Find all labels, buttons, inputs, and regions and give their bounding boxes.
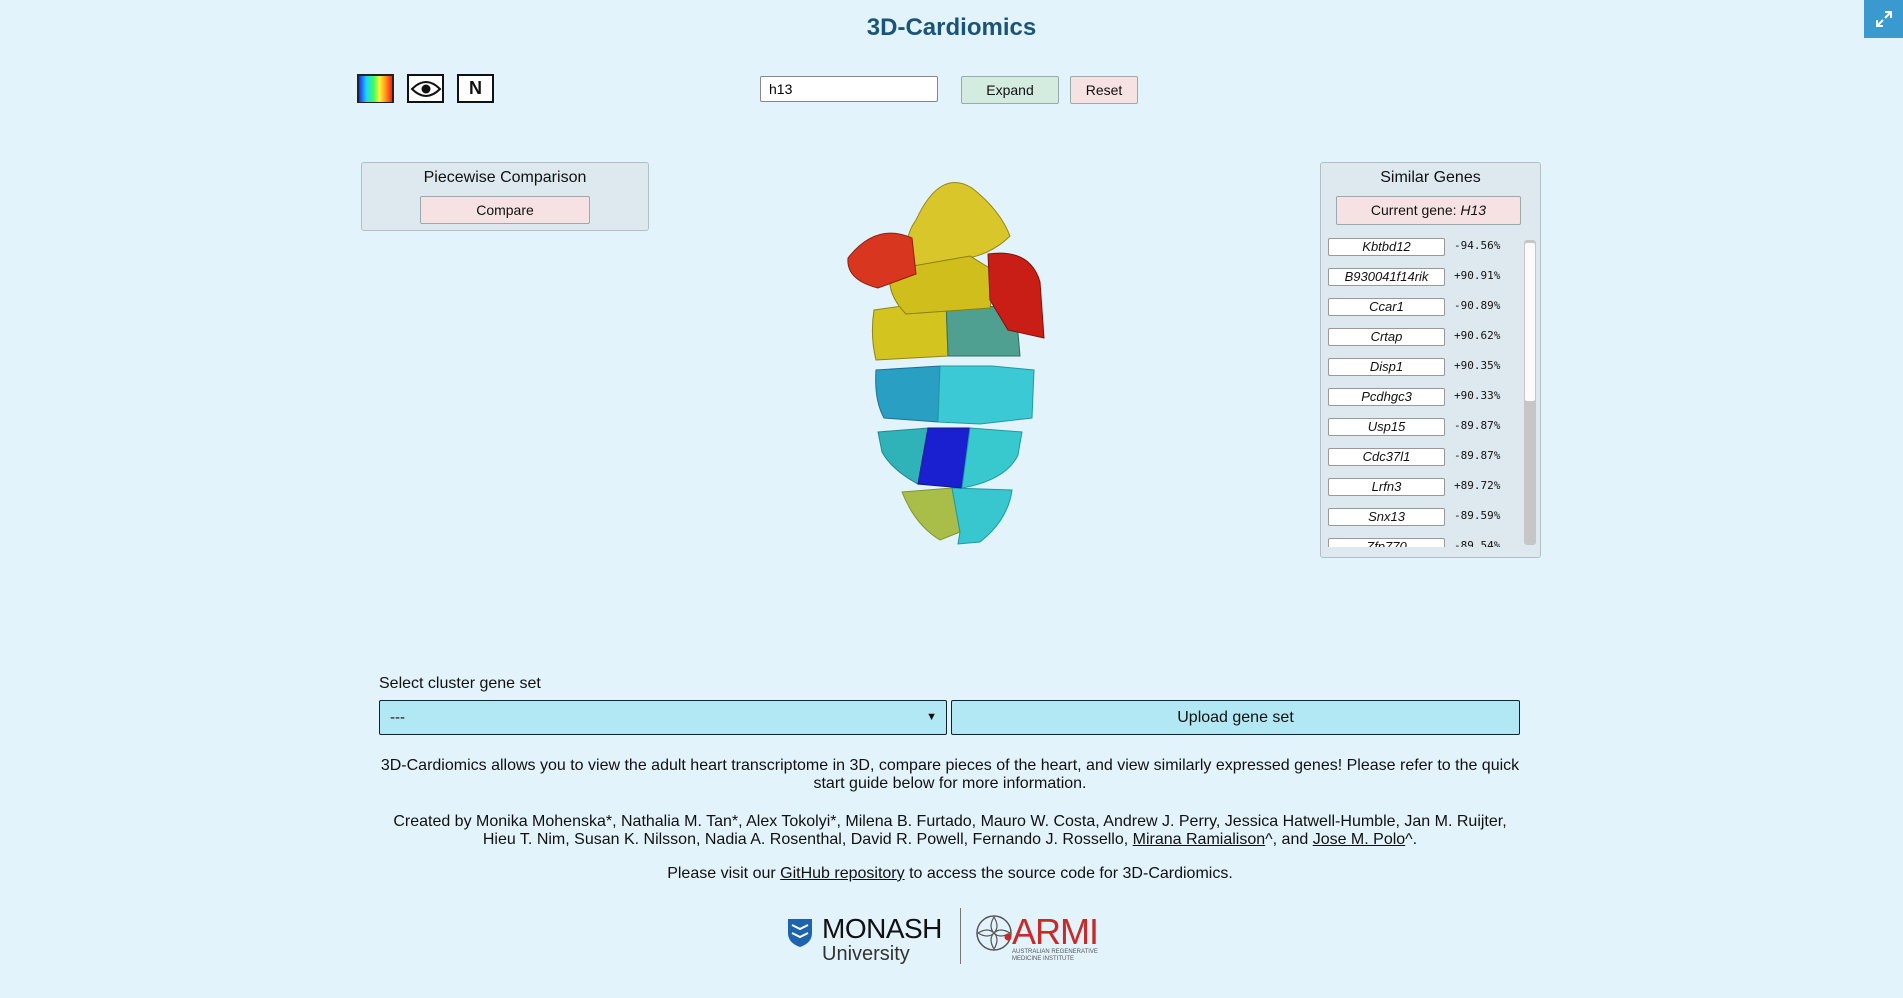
similar-gene-row: Ccar1 -90.89% (1326, 295, 1521, 321)
similar-gene-score: +90.35% (1454, 359, 1501, 372)
similar-gene-score: -94.56% (1454, 239, 1501, 252)
heart-3d-viewer[interactable] (820, 170, 1100, 560)
monash-logo-text: MONASH (822, 913, 942, 944)
similar-gene-row: Pcdhgc3 +90.33% (1326, 385, 1521, 411)
github-repository-link[interactable]: GitHub repository (780, 865, 905, 882)
colormap-button[interactable] (357, 74, 394, 103)
similar-gene-button[interactable]: B930041f14rik (1328, 268, 1445, 286)
chevron-down-icon: ▼ (926, 711, 937, 723)
current-gene-prefix: Current gene: (1370, 202, 1461, 218)
monash-shield-icon (788, 919, 812, 947)
similar-gene-row: Kbtbd12 -94.56% (1326, 235, 1521, 261)
similar-gene-score: +90.33% (1454, 389, 1501, 402)
heart-model[interactable] (820, 170, 1100, 560)
similar-gene-score: +89.72% (1454, 479, 1501, 492)
github-prefix: Please visit our (667, 865, 781, 882)
piecewise-comparison-title: Piecewise Comparison (423, 169, 587, 186)
similar-gene-score: -89.87% (1454, 419, 1501, 432)
similar-gene-row: B930041f14rik +90.91% (1326, 265, 1521, 291)
compare-button[interactable]: Compare (420, 196, 590, 224)
gene-search-input[interactable] (760, 76, 938, 102)
similar-gene-row: Lrfn3 +89.72% (1326, 475, 1521, 501)
normalize-button[interactable]: N (457, 74, 494, 103)
colormap-icon (359, 75, 392, 102)
similar-gene-score: -90.89% (1454, 299, 1501, 312)
similar-gene-score: -89.87% (1454, 449, 1501, 462)
similar-gene-button[interactable]: Zfp770 (1328, 538, 1445, 547)
armi-flower-icon (976, 915, 1012, 951)
monash-logo-subtext: University (822, 943, 910, 965)
logo-divider (960, 908, 961, 964)
current-gene-button[interactable]: Current gene: H13 (1336, 196, 1521, 225)
cluster-gene-set-select[interactable]: --- ▼ (379, 700, 947, 735)
similar-gene-button[interactable]: Lrfn3 (1328, 478, 1445, 496)
expand-arrows-icon (1875, 11, 1892, 27)
credits-text: Created by Monika Mohenska*, Nathalia M.… (380, 813, 1520, 849)
visibility-toggle-button[interactable] (407, 74, 444, 103)
credits-suffix: ^. (1405, 831, 1418, 848)
similar-gene-button[interactable]: Usp15 (1328, 418, 1445, 436)
page-title: 3D-Cardiomics (866, 14, 1037, 41)
eye-icon (410, 80, 441, 97)
similar-gene-score: +90.62% (1454, 329, 1501, 342)
heart-piece-mid-right (937, 365, 1035, 425)
similar-gene-row: Disp1 +90.35% (1326, 355, 1521, 381)
piecewise-comparison-panel: Piecewise Comparison Compare (361, 162, 649, 231)
n-icon: N (469, 78, 482, 98)
heart-piece-apex-right (951, 487, 1013, 545)
heart-piece-apex-left (901, 487, 961, 541)
similar-gene-row: Crtap +90.62% (1326, 325, 1521, 351)
similar-genes-list: Kbtbd12 -94.56% B930041f14rik +90.91% Ccar1-… (1326, 235, 1521, 547)
armi-logo-subtext: AUSTRALIAN REGENERATIVE MEDICINE INSTITU… (1012, 949, 1098, 962)
upload-gene-set-button[interactable]: Upload gene set (951, 700, 1520, 735)
reset-button[interactable]: Reset (1070, 76, 1138, 104)
description-text: 3D-Cardiomics allows you to view the adu… (380, 757, 1520, 792)
heart-piece-mid-left (875, 365, 941, 423)
similar-gene-row: Snx13 -89.59% (1326, 505, 1521, 531)
similar-genes-panel: Similar Genes Current gene: H13 Kbtbd12-… (1320, 162, 1541, 558)
current-gene-name: H13 (1460, 202, 1487, 218)
similar-gene-button[interactable]: Pcdhgc3 (1328, 388, 1445, 406)
similar-gene-button[interactable]: Kbtbd12 (1328, 238, 1445, 256)
scrollbar-thumb[interactable] (1525, 243, 1535, 401)
author-link-ramialison[interactable]: Mirana Ramialison (1133, 831, 1266, 848)
similar-gene-button[interactable]: Disp1 (1328, 358, 1445, 376)
github-suffix: to access the source code for 3D-Cardiom… (904, 865, 1233, 882)
author-link-polo[interactable]: Jose M. Polo (1313, 831, 1405, 848)
expand-button[interactable]: Expand (961, 76, 1059, 104)
gene-list-scrollbar[interactable] (1524, 240, 1536, 545)
cluster-select-label: Select cluster gene set (379, 675, 541, 692)
heart-piece-lower-right (961, 427, 1023, 489)
partner-logos: MONASH University ARMI AUSTRALIAN REGENE… (782, 905, 1112, 965)
similar-gene-button[interactable]: Crtap (1328, 328, 1445, 346)
cluster-select-value: --- (390, 709, 405, 726)
credits-mid: ^, and (1265, 831, 1313, 848)
similar-gene-row: Usp15 -89.87% (1326, 415, 1521, 441)
similar-gene-score: +90.91% (1454, 269, 1501, 282)
similar-gene-row: Zfp770 -89.54% (1326, 535, 1521, 547)
similar-gene-button[interactable]: Snx13 (1328, 508, 1445, 526)
similar-gene-button[interactable]: Cdc37l1 (1328, 448, 1445, 466)
fullscreen-button[interactable] (1864, 0, 1903, 38)
similar-gene-row: Cdc37l1 -89.87% (1326, 445, 1521, 471)
similar-genes-title: Similar Genes (1380, 169, 1481, 186)
armi-logo-text: ARMI (1012, 911, 1099, 952)
github-text: Please visit our GitHub repository to ac… (380, 865, 1520, 883)
similar-gene-score: -89.54% (1454, 539, 1501, 547)
similar-gene-button[interactable]: Ccar1 (1328, 298, 1445, 316)
similar-gene-score: -89.59% (1454, 509, 1501, 522)
